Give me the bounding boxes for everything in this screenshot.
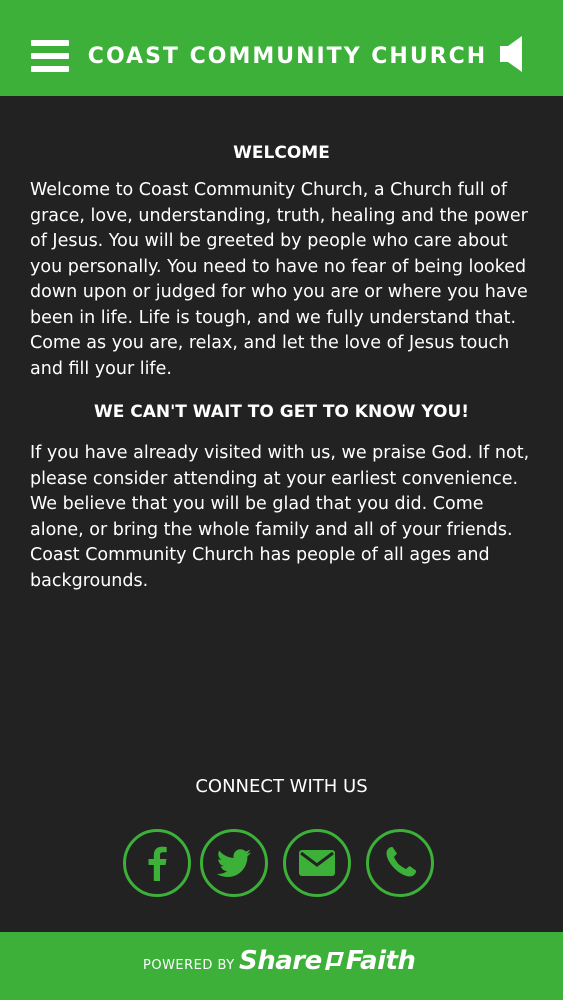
twitter-button[interactable] (200, 829, 268, 897)
brand-right-text: Faith (345, 946, 416, 976)
visit-paragraph: If you have already visited with us, we … (30, 443, 530, 591)
flag-icon (324, 952, 344, 970)
app-header: COAST COMMUNITY CHURCH (0, 0, 563, 96)
phone-button[interactable] (366, 829, 434, 897)
twitter-icon (216, 849, 251, 877)
welcome-heading: WELCOME (233, 143, 330, 163)
brand-left-text: Share (239, 946, 322, 976)
email-button[interactable] (283, 829, 351, 897)
main-content: WELCOME Welcome to Coast Community Churc… (30, 140, 533, 594)
speaker-icon[interactable] (498, 34, 526, 74)
sharefaith-logo[interactable]: Share Faith (239, 946, 416, 976)
facebook-button[interactable] (123, 829, 191, 897)
email-icon (299, 850, 335, 876)
welcome-paragraph: Welcome to Coast Community Church, a Chu… (30, 180, 528, 379)
footer-bar: POWERED BY Share Faith (0, 932, 563, 1000)
know-you-heading: WE CAN'T WAIT TO GET TO KNOW YOU! (93, 402, 470, 422)
facebook-icon (148, 846, 167, 881)
powered-by-text: POWERED BY (143, 958, 235, 973)
connect-label: CONNECT WITH US (195, 776, 368, 797)
page-title: COAST COMMUNITY CHURCH (87, 44, 488, 69)
phone-icon (386, 847, 416, 877)
hamburger-menu-icon[interactable] (31, 40, 69, 72)
